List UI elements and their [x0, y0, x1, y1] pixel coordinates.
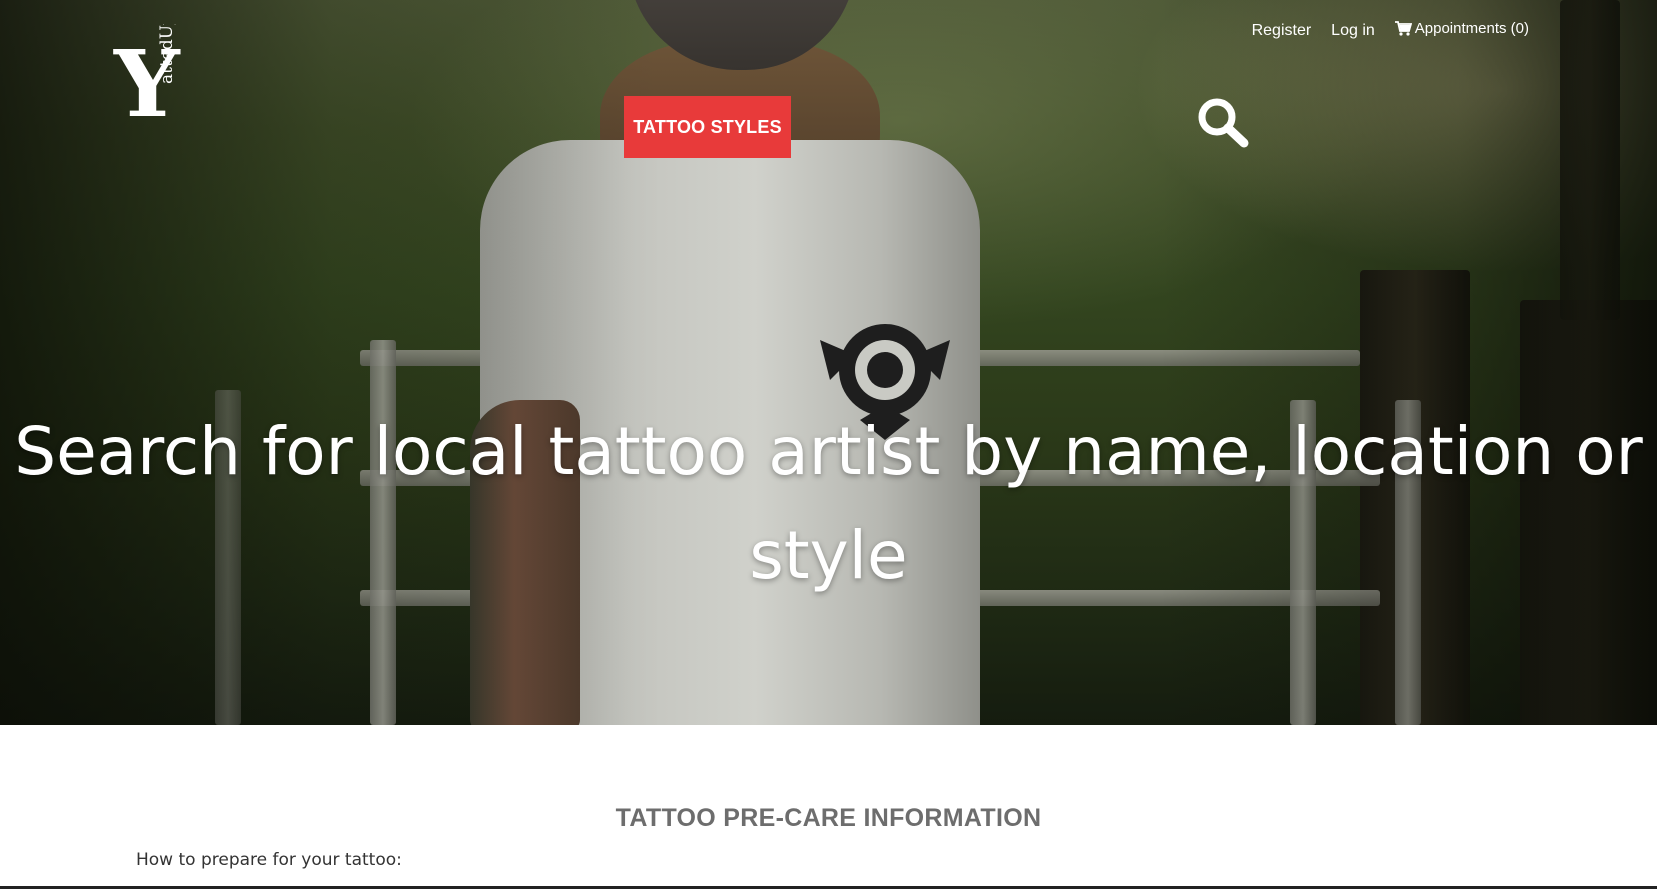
section-subtitle: How to prepare for your tattoo:: [136, 850, 402, 870]
register-link[interactable]: Register: [1252, 22, 1312, 40]
search-icon[interactable]: [1196, 96, 1250, 148]
appointments-link[interactable]: Appointments (0): [1394, 19, 1529, 37]
logo-subtext: attedUp: [157, 24, 177, 84]
top-nav: Register Log in Appointments (0): [1252, 19, 1529, 40]
hero-banner: Y attedUp Register Log in Appointments (…: [0, 0, 1657, 725]
login-link[interactable]: Log in: [1331, 22, 1375, 40]
brand-logo[interactable]: Y attedUp: [112, 24, 192, 144]
hero-headline: Search for local tattoo artist by name, …: [14, 413, 1643, 594]
tattoo-styles-button[interactable]: TATTOO STYLES: [624, 96, 791, 158]
page: Y attedUp Register Log in Appointments (…: [0, 0, 1657, 889]
appointments-label: Appointments (0): [1414, 19, 1529, 37]
section-title: TATTOO PRE-CARE INFORMATION: [615, 804, 1042, 832]
hero-overlay: [0, 0, 1657, 725]
cart-icon: [1394, 20, 1412, 36]
